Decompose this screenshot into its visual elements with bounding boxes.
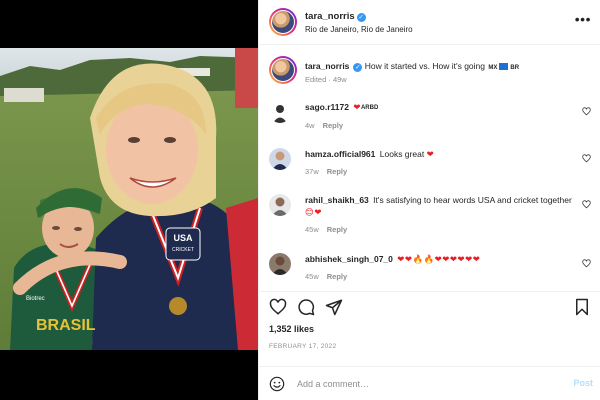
reply-button[interactable]: Reply — [327, 272, 347, 281]
comment-age[interactable]: 4w — [305, 121, 315, 130]
comment-meta: 37w Reply — [305, 166, 575, 178]
comment-text: It's satisfying to hear words USA and cr… — [373, 195, 572, 205]
comment-emoji: 😊❤ — [305, 207, 322, 217]
caption-meta: Edited · 49w — [305, 75, 347, 84]
comment-body: hamza.official961 Looks great ❤ 37w Reply — [305, 148, 575, 178]
caption-username[interactable]: tara_norris — [305, 61, 349, 71]
comment-username[interactable]: hamza.official961 — [305, 149, 375, 159]
avatar[interactable] — [269, 8, 297, 36]
comment-age[interactable]: 37w — [305, 167, 319, 176]
comments-list[interactable]: tara_norris ✓ How it started vs. How it's… — [259, 46, 600, 291]
reply-button[interactable]: Reply — [327, 167, 347, 176]
heart-outline-icon[interactable] — [269, 298, 287, 316]
comment-body: rahil_shaikh_63 It's satisfying to hear … — [305, 194, 575, 236]
paper-plane-icon[interactable] — [325, 298, 343, 316]
comment-body: abhishek_singh_07_0 ❤❤🔥🔥❤❤❤❤❤❤ 45w Reply — [305, 253, 575, 283]
comment-emoji: ❤❤🔥🔥❤❤❤❤❤❤ — [397, 254, 481, 264]
like-comment-heart-icon[interactable] — [582, 154, 591, 163]
verified-badge-icon: ✓ — [356, 13, 366, 22]
add-comment-input[interactable] — [297, 375, 537, 393]
caption-text: How it started vs. How it's going — [364, 61, 485, 71]
comment-composer: Post — [259, 366, 600, 400]
commenter-avatar[interactable] — [269, 253, 291, 275]
instagram-post-modal: USA CRICKET BRASIL Biotrec tara_norris ✓ … — [0, 0, 600, 400]
like-comment-heart-icon[interactable] — [582, 259, 591, 268]
location-link[interactable]: Rio de Janeiro, Rio de Janeiro — [305, 25, 413, 34]
author-username[interactable]: tara_norris — [305, 11, 355, 22]
shirt-text: BRASIL — [36, 317, 96, 334]
commenter-avatar[interactable] — [269, 101, 291, 123]
comment-age[interactable]: 45w — [305, 272, 319, 281]
verified-badge-icon: ✓ — [353, 63, 363, 72]
comment-age[interactable]: 45w — [305, 225, 319, 234]
comment-meta: 45w Reply — [305, 271, 575, 283]
badge-subtext: CRICKET — [172, 247, 194, 253]
comment-body: sago.r1172 ❤ARBD 4w Reply — [305, 101, 575, 132]
flag-brazil: BR — [510, 65, 520, 71]
caption-avatar[interactable] — [269, 56, 297, 84]
comment-emoji: ❤ — [426, 149, 435, 159]
post-side-panel: tara_norris ✓ Rio de Janeiro, Rio de Jane… — [258, 0, 600, 400]
selfie-photo-illustration: USA CRICKET BRASIL Biotrec — [0, 48, 258, 350]
comment-username[interactable]: sago.r1172 — [305, 102, 349, 112]
smiley-icon[interactable] — [269, 376, 285, 392]
comment-username[interactable]: abhishek_singh_07_0 — [305, 254, 393, 264]
comment-text: Looks great — [379, 149, 425, 159]
post-date: FEBRUARY 17, 2022 — [269, 343, 337, 350]
caption-text-block: tara_norris ✓ How it started vs. How it's… — [305, 60, 589, 74]
like-comment-heart-icon[interactable] — [582, 107, 591, 116]
like-comment-heart-icon[interactable] — [582, 200, 591, 209]
speech-bubble-icon[interactable] — [297, 298, 315, 316]
reply-button[interactable]: Reply — [327, 225, 347, 234]
post-photo[interactable]: USA CRICKET BRASIL Biotrec — [0, 48, 258, 350]
flag-icon — [499, 63, 509, 70]
author-username-row: tara_norris ✓ — [305, 11, 366, 22]
comment-meta: 4w Reply — [305, 120, 575, 132]
comment-username[interactable]: rahil_shaikh_63 — [305, 195, 369, 205]
comment-meta: 45w Reply — [305, 224, 575, 236]
commenter-avatar[interactable] — [269, 194, 291, 216]
action-bar — [259, 291, 600, 321]
post-header: tara_norris ✓ Rio de Janeiro, Rio de Jane… — [259, 0, 600, 45]
likes-count[interactable]: 1,352 likes — [269, 324, 314, 334]
reply-button[interactable]: Reply — [323, 121, 343, 130]
more-options-button[interactable]: ••• — [575, 12, 591, 26]
sponsor-text: Biotrec — [26, 296, 45, 302]
post-comment-button[interactable]: Post — [573, 378, 593, 388]
comment-tag: ARBD — [360, 105, 379, 111]
comment-emoji: ❤ — [353, 102, 361, 112]
edited-label: Edited — [305, 75, 327, 84]
bookmark-icon[interactable] — [573, 298, 591, 316]
badge-text: USA — [173, 233, 193, 243]
caption-age[interactable]: 49w — [333, 75, 347, 84]
commenter-avatar[interactable] — [269, 148, 291, 170]
flag-mexico: MX — [488, 65, 498, 71]
